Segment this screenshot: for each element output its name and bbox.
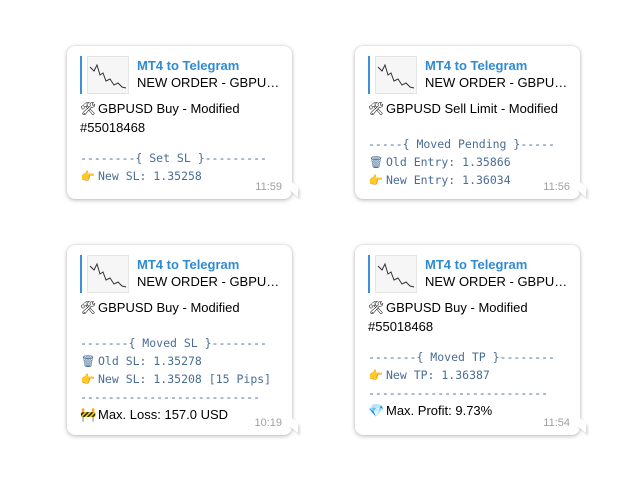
- divider-line: --------------------------: [80, 390, 261, 404]
- message-bubble-2[interactable]: MT4 to Telegram NEW ORDER - GBPUSD Sell …: [355, 46, 586, 199]
- tools-icon: 🛠: [80, 102, 97, 117]
- construction-icon: 🚧: [80, 408, 97, 423]
- tools-icon: 🛠: [368, 301, 385, 316]
- timestamp: 10:19: [254, 417, 282, 429]
- pointing-hand-icon: 👉: [368, 368, 384, 382]
- bubble-tail: [288, 178, 298, 198]
- value-row: New SL: 1.35258: [98, 169, 202, 183]
- bubble-tail: [576, 178, 586, 198]
- value-row: Old Entry: 1.35866: [386, 155, 511, 169]
- reply-title: MT4 to Telegram: [137, 58, 240, 73]
- status-text: GBPUSD Sell Limit - Modified: [386, 101, 558, 116]
- reply-subtitle: NEW ORDER - GBPUSD...: [137, 75, 282, 90]
- status-text: GBPUSD Buy - Modified: [386, 300, 528, 315]
- gem-icon: 💎: [368, 404, 385, 419]
- wastebasket-icon: 🗑: [80, 354, 96, 368]
- chart-thumbnail: [87, 56, 129, 94]
- reply-preview[interactable]: MT4 to Telegram NEW ORDER - GBPUSD...: [80, 255, 282, 293]
- value-row: New TP: 1.36387: [386, 368, 490, 382]
- tools-icon: 🛠: [80, 301, 97, 316]
- timestamp: 11:56: [543, 181, 570, 193]
- chart-thumbnail: [375, 56, 417, 94]
- order-id: #55018468: [368, 319, 434, 334]
- message-bubble-1[interactable]: MT4 to Telegram NEW ORDER - GBPUSD... 🛠G…: [67, 46, 298, 199]
- reply-subtitle: NEW ORDER - GBPUSD...: [137, 274, 282, 289]
- status-text: GBPUSD Buy - Modified: [98, 101, 240, 116]
- bubble-tail: [288, 414, 298, 434]
- message-bubble-4[interactable]: MT4 to Telegram NEW ORDER - GBPUSD... 🛠G…: [355, 245, 586, 435]
- bubble-tail: [576, 414, 586, 434]
- section-header: -------{ Moved TP }--------: [368, 350, 555, 364]
- reply-title: MT4 to Telegram: [137, 257, 240, 272]
- reply-preview[interactable]: MT4 to Telegram NEW ORDER - GBPUSD Sell …: [368, 56, 570, 94]
- reply-title: MT4 to Telegram: [425, 58, 528, 73]
- timestamp: 11:59: [255, 181, 282, 193]
- chart-thumbnail: [375, 255, 417, 293]
- pointing-hand-icon: 👉: [80, 372, 96, 386]
- reply-preview[interactable]: MT4 to Telegram NEW ORDER - GBPUSD...: [80, 56, 282, 94]
- timestamp: 11:54: [543, 417, 570, 429]
- section-header: -------{ Moved SL }--------: [80, 336, 267, 350]
- reply-subtitle: NEW ORDER - GBPUSD Sell Li...: [425, 75, 570, 90]
- status-text: GBPUSD Buy - Modified: [98, 300, 240, 315]
- pointing-hand-icon: 👉: [368, 173, 384, 187]
- reply-preview[interactable]: MT4 to Telegram NEW ORDER - GBPUSD...: [368, 255, 570, 293]
- value-row: New Entry: 1.36034: [386, 173, 511, 187]
- section-header: --------{ Set SL }---------: [80, 151, 267, 165]
- chart-thumbnail: [87, 255, 129, 293]
- pointing-hand-icon: 👉: [80, 169, 96, 183]
- wastebasket-icon: 🗑: [368, 155, 384, 169]
- order-id: #55018468: [80, 120, 146, 135]
- value-row: New SL: 1.35208 [15 Pips]: [98, 372, 272, 386]
- max-loss-text: Max. Loss: 157.0 USD: [98, 407, 229, 422]
- divider-line: --------------------------: [368, 386, 549, 400]
- max-profit-text: Max. Profit: 9.73%: [386, 403, 493, 418]
- reply-subtitle: NEW ORDER - GBPUSD...: [425, 274, 570, 289]
- section-header: -----{ Moved Pending }-----: [368, 137, 555, 151]
- reply-title: MT4 to Telegram: [425, 257, 528, 272]
- message-bubble-3[interactable]: MT4 to Telegram NEW ORDER - GBPUSD... 🛠G…: [67, 245, 298, 435]
- tools-icon: 🛠: [368, 102, 385, 117]
- value-row: Old SL: 1.35278: [98, 354, 202, 368]
